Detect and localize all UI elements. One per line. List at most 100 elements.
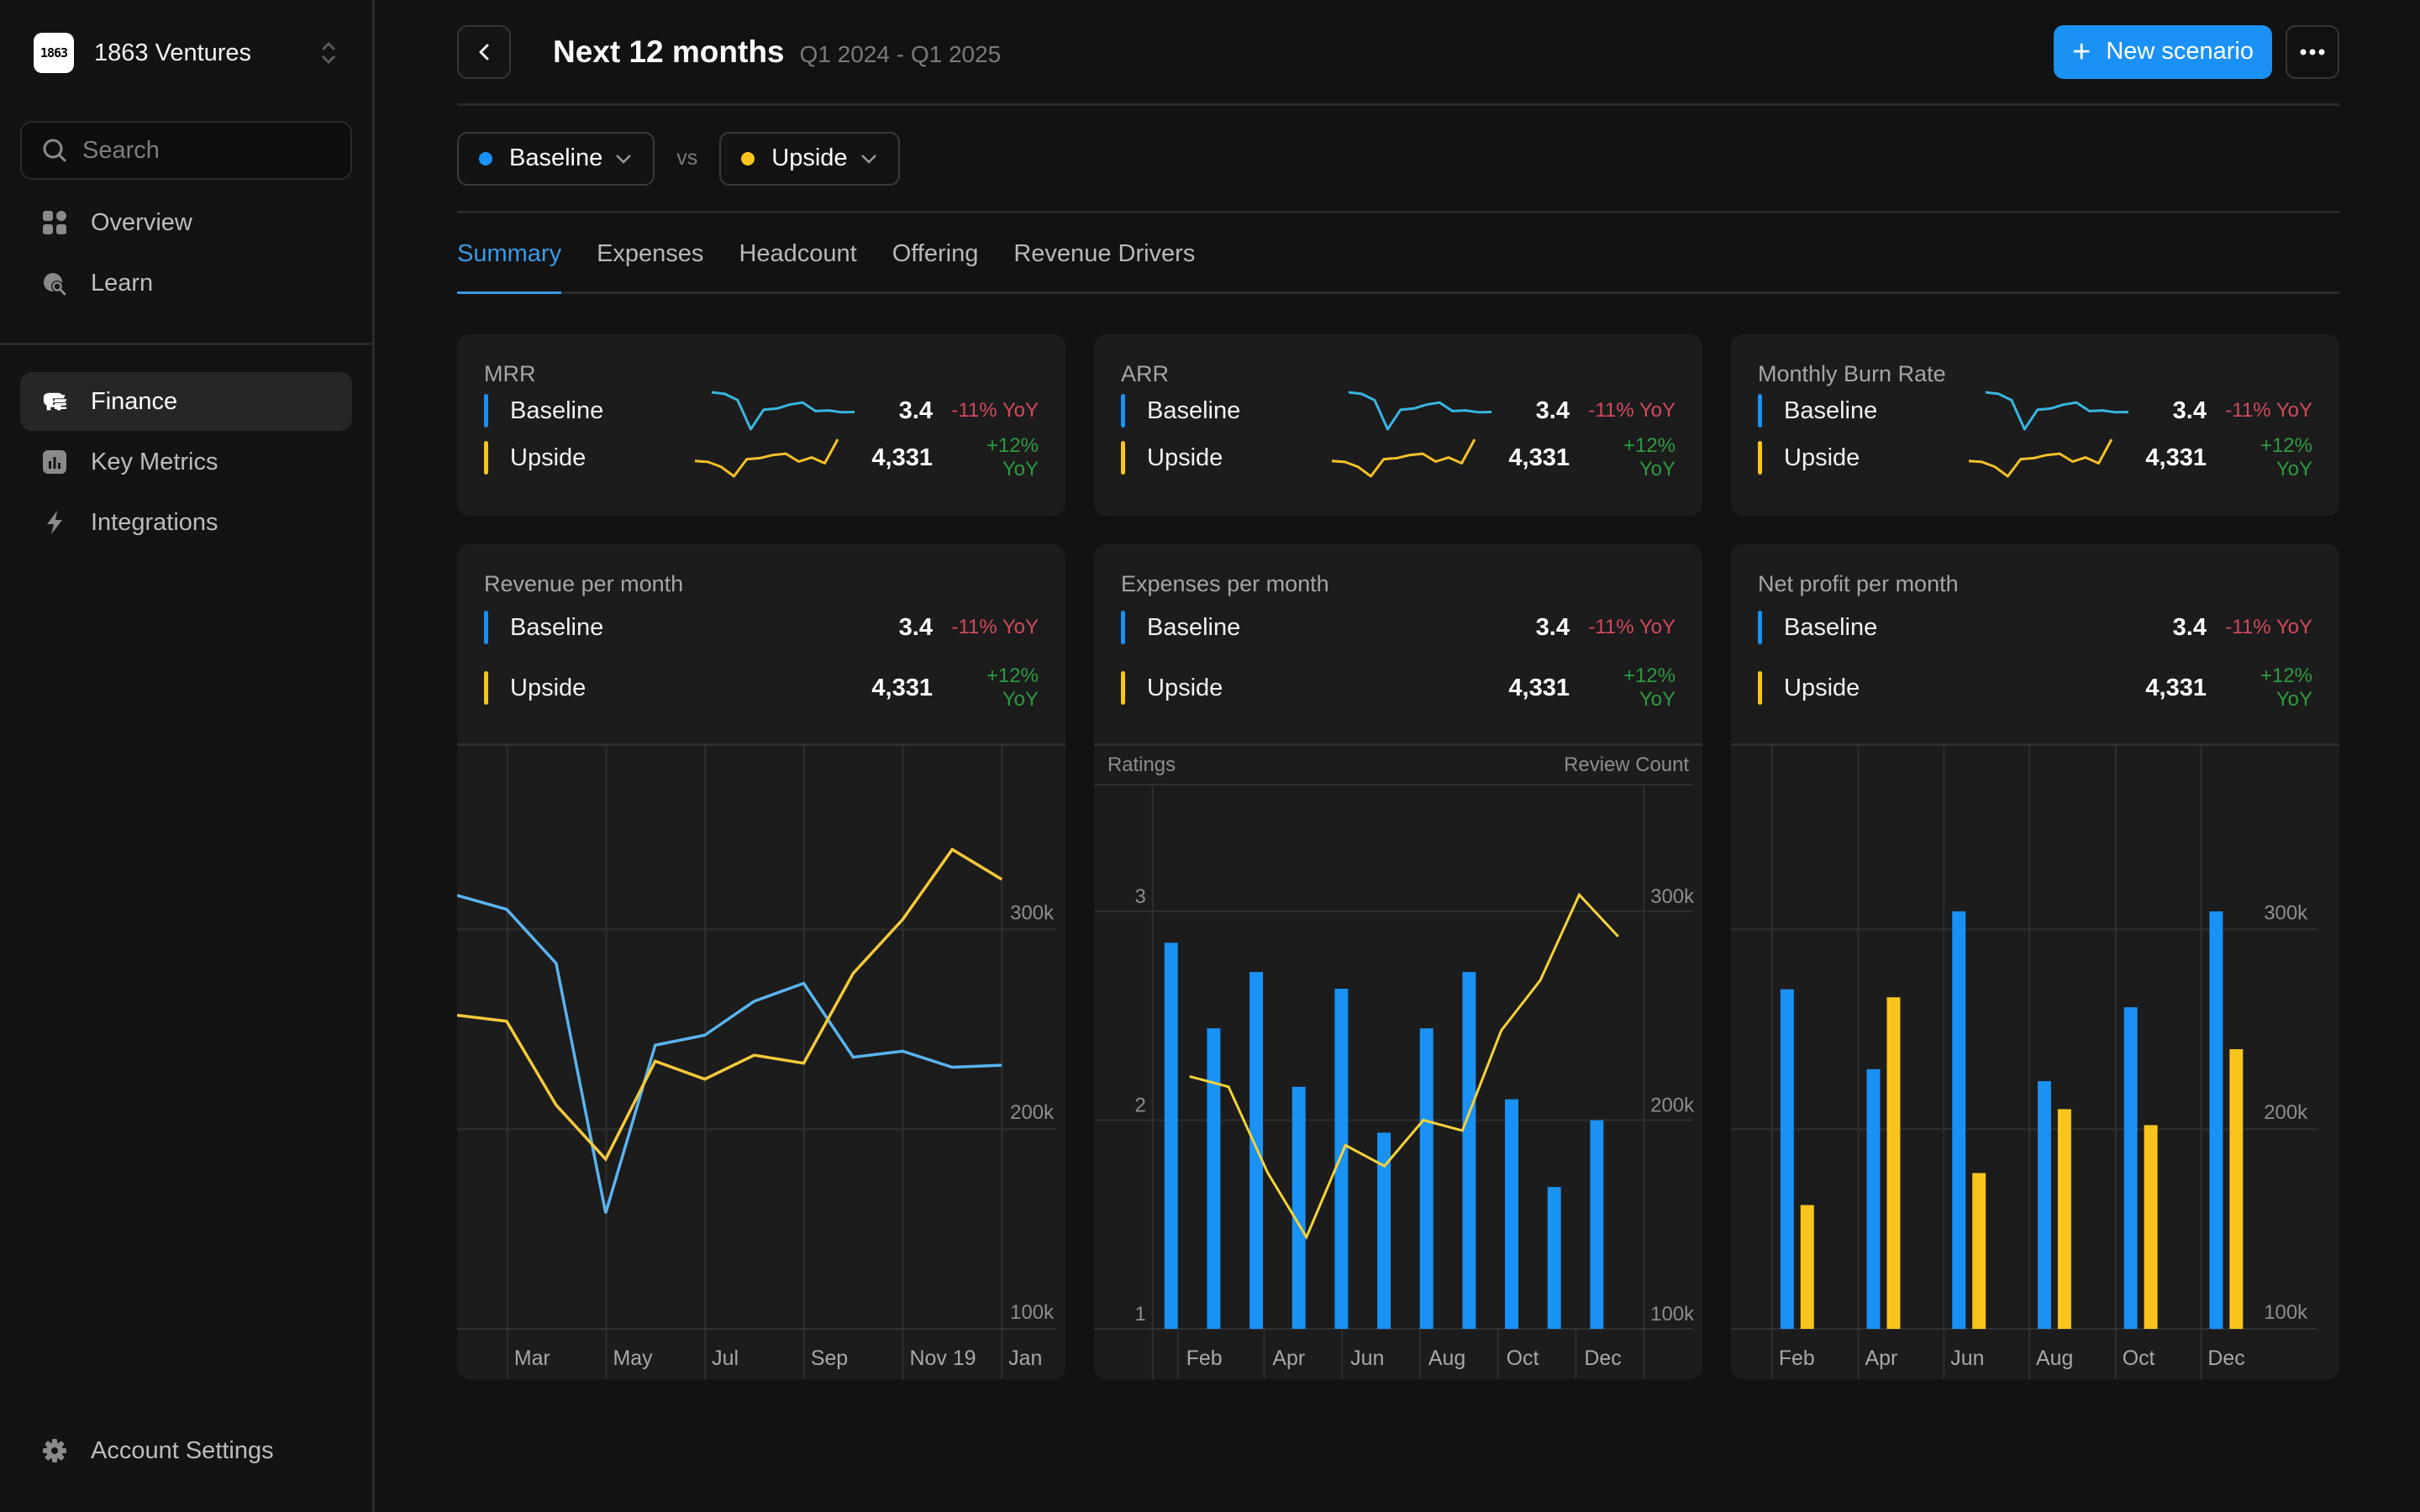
row-label: Upside bbox=[510, 444, 587, 471]
row-value: 4,331 bbox=[2145, 444, 2207, 471]
baseline-marker bbox=[1758, 394, 1762, 428]
scenario-label: Upside bbox=[771, 144, 848, 171]
scenario-select-upside[interactable]: Upside bbox=[719, 131, 900, 186]
sparkline-baseline bbox=[1348, 391, 1492, 431]
tab-summary[interactable]: Summary bbox=[457, 240, 562, 294]
kpi-card-burn-rate[interactable]: Monthly Burn Rate Baseline 3.4 -11% YoY … bbox=[1731, 334, 2339, 516]
sidebar-item-finance[interactable]: Finance bbox=[20, 372, 352, 431]
upside-marker bbox=[1121, 441, 1125, 475]
tab-offering[interactable]: Offering bbox=[892, 240, 979, 291]
sidebar-item-key-metrics[interactable]: Key Metrics bbox=[20, 433, 352, 491]
piggy-bank-icon bbox=[42, 389, 67, 414]
more-horizontal-icon bbox=[2300, 49, 2325, 55]
left-tick-label: 2 bbox=[1135, 1095, 1146, 1117]
sidebar-item-label: Finance bbox=[91, 387, 178, 415]
row-label: Baseline bbox=[1784, 396, 1878, 424]
sidebar-item-integrations[interactable]: Integrations bbox=[20, 493, 352, 552]
row-value: 4,331 bbox=[871, 674, 933, 701]
expenses-combo-chart[interactable]: Ratings Review Count 1 2 3 100k 200k 300k Feb Apr… bbox=[1094, 746, 1702, 1379]
dashboard-grid: MRR Baseline 3.4 -11% YoY Upside 4,331 +… bbox=[457, 334, 2339, 1379]
kpi-card-arr[interactable]: ARR Baseline 3.4 -11% YoY Upside 4,331 +… bbox=[1094, 334, 1702, 516]
vs-label: vs bbox=[676, 146, 698, 170]
bar-ratings bbox=[1207, 1028, 1221, 1329]
upside-marker bbox=[1758, 441, 1762, 475]
kpi-row-baseline: Baseline 3.4 -11% YoY bbox=[1121, 387, 1676, 434]
chevron-up-down-icon[interactable] bbox=[318, 38, 339, 68]
tab-expenses[interactable]: Expenses bbox=[597, 240, 703, 291]
sparkline-baseline bbox=[1985, 391, 2129, 431]
row-label: Baseline bbox=[1147, 396, 1241, 424]
bar-upside bbox=[1972, 1173, 1986, 1329]
upside-marker bbox=[484, 671, 488, 705]
row-label: Upside bbox=[1147, 444, 1223, 471]
kpi-row-upside: Upside 4,331 +12% YoY bbox=[484, 434, 1039, 481]
y-tick-label: 200k bbox=[2264, 1101, 2308, 1124]
sparkline-upside bbox=[695, 438, 839, 478]
bar-ratings bbox=[1419, 1028, 1434, 1329]
card-title: Monthly Burn Rate bbox=[1758, 361, 1946, 386]
baseline-marker bbox=[1121, 394, 1125, 428]
bar-ratings bbox=[1505, 1099, 1519, 1329]
x-tick-label: Oct bbox=[2123, 1347, 2155, 1370]
x-tick-label: Jan bbox=[1008, 1347, 1042, 1370]
card-title: ARR bbox=[1121, 361, 1170, 386]
bar-upside bbox=[2229, 1049, 2244, 1329]
x-tick-label: Aug bbox=[2036, 1347, 2073, 1370]
workspace-name: 1863 Ventures bbox=[94, 39, 252, 66]
x-tick-label: Apr bbox=[1272, 1347, 1305, 1370]
bar-baseline bbox=[2209, 911, 2223, 1329]
net-profit-bar-chart[interactable]: 100k 200k 300k Feb Apr Jun Aug Oct Dec bbox=[1731, 746, 2339, 1379]
revenue-chart-card: Revenue per month Baseline 3.4 -11% YoY … bbox=[457, 544, 1065, 1379]
sidebar-item-learn[interactable]: Learn bbox=[20, 254, 352, 312]
sparkline-path bbox=[1332, 438, 1476, 478]
workspace-switcher[interactable]: 1863 1863 Ventures bbox=[0, 0, 372, 106]
upside-marker bbox=[1121, 671, 1125, 705]
sparkline-path bbox=[1348, 391, 1492, 431]
bar-ratings bbox=[1590, 1120, 1604, 1329]
chevron-left-icon bbox=[479, 44, 489, 60]
sparkline-baseline bbox=[711, 391, 855, 431]
x-tick-label: Mar bbox=[514, 1347, 550, 1370]
row-label: Upside bbox=[1784, 674, 1860, 701]
row-value: 4,331 bbox=[1508, 444, 1570, 471]
row-value: 3.4 bbox=[2172, 613, 2207, 641]
sidebar-item-overview[interactable]: Overview bbox=[20, 193, 352, 252]
baseline-marker bbox=[484, 394, 488, 428]
row-value: 4,331 bbox=[2145, 674, 2207, 701]
bar-baseline bbox=[1866, 1068, 1881, 1329]
sidebar-item-account-settings[interactable]: Account Settings bbox=[20, 1421, 352, 1480]
page-header: Next 12 months Q1 2024 - Q1 2025 + New s… bbox=[457, 0, 2339, 106]
revenue-line-chart[interactable]: 100k 200k 300k Mar May Jul Sep Nov 19 Jan bbox=[457, 746, 1065, 1379]
back-button[interactable] bbox=[457, 24, 511, 79]
plus-icon: + bbox=[2072, 34, 2091, 70]
new-scenario-button[interactable]: + New scenario bbox=[2054, 24, 2272, 79]
series-line-baseline bbox=[457, 894, 1002, 1214]
row-value: 4,331 bbox=[1508, 674, 1570, 701]
row-change: +12% YoY bbox=[986, 664, 1039, 711]
main-content: Next 12 months Q1 2024 - Q1 2025 + New s… bbox=[375, 0, 2420, 1512]
card-title: Revenue per month bbox=[484, 571, 684, 596]
more-options-button[interactable] bbox=[2286, 24, 2339, 79]
brand-logo: 1863 bbox=[34, 33, 74, 73]
bar-baseline bbox=[1952, 911, 1966, 1329]
row-change: +12% YoY bbox=[2260, 434, 2312, 480]
y-tick-label: 100k bbox=[1010, 1301, 1055, 1324]
row-change: +12% YoY bbox=[1623, 664, 1676, 711]
scenario-select-baseline[interactable]: Baseline bbox=[457, 131, 655, 186]
tab-headcount[interactable]: Headcount bbox=[739, 240, 856, 291]
x-tick-label: Dec bbox=[2207, 1347, 2244, 1370]
y-tick-label: 300k bbox=[1010, 901, 1055, 924]
row-change: +12% YoY bbox=[986, 434, 1039, 480]
x-tick-label: Nov 19 bbox=[910, 1347, 976, 1370]
row-change: +12% YoY bbox=[1623, 434, 1676, 480]
tab-revenue-drivers[interactable]: Revenue Drivers bbox=[1013, 240, 1195, 291]
row-change: -11% YoY bbox=[1588, 616, 1676, 638]
search-box[interactable] bbox=[20, 121, 352, 180]
search-input[interactable] bbox=[82, 136, 334, 165]
left-tick-label: 1 bbox=[1135, 1303, 1146, 1326]
bar-chart-icon bbox=[42, 449, 67, 475]
kpi-card-mrr[interactable]: MRR Baseline 3.4 -11% YoY Upside 4,331 +… bbox=[457, 334, 1065, 516]
row-label: Baseline bbox=[1147, 613, 1241, 641]
upside-marker bbox=[1758, 671, 1762, 705]
sidebar-item-label: Key Metrics bbox=[91, 448, 218, 475]
